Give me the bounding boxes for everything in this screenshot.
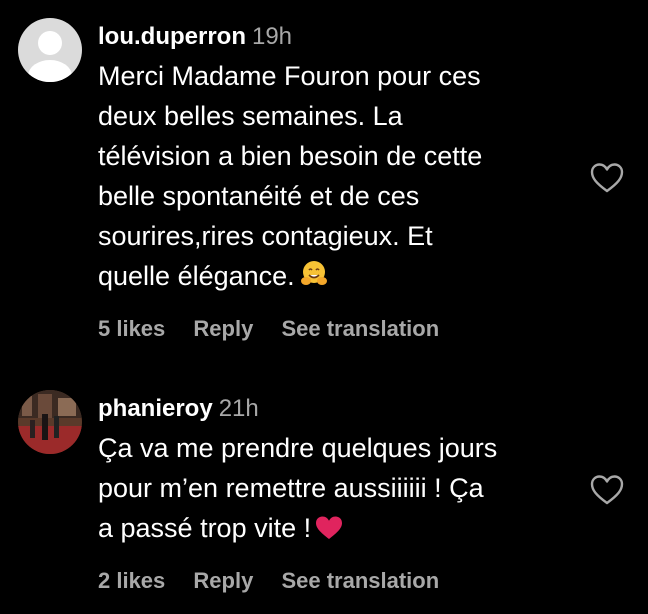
comment-line: Ça va me prendre quelques jours: [98, 433, 498, 463]
comment-line-last: quelle élégance.: [98, 256, 578, 300]
hugging-face-icon: [299, 259, 329, 300]
comment-line-text: a passé trop vite !: [98, 513, 312, 543]
comment-line: Merci Madame Fouron pour ces: [98, 61, 481, 91]
comment-body: phanieroy 21h Ça va me prendre quelques j…: [98, 394, 578, 552]
comment-line: sourires,rires contagieux. Et: [98, 221, 433, 251]
comment-header: phanieroy 21h: [98, 394, 578, 424]
comment-line: télévision a bien besoin de cette: [98, 141, 483, 171]
timestamp[interactable]: 21h: [219, 395, 259, 422]
likes-count-link[interactable]: 2 likes: [98, 568, 165, 593]
default-avatar-icon: [18, 18, 82, 82]
comment-line: belle spontanéité et de ces: [98, 181, 420, 211]
username[interactable]: lou.duperron: [98, 23, 246, 50]
comment-body: lou.duperron 19h Merci Madame Fouron pour…: [98, 22, 578, 300]
avatar[interactable]: [18, 390, 82, 454]
comment-actions: 2 likes Reply See translation: [98, 568, 461, 594]
comment-2: phanieroy 21h Ça va me prendre quelques j…: [0, 370, 648, 614]
red-heart-icon: [315, 512, 343, 552]
like-heart-icon[interactable]: [590, 162, 624, 194]
comment-actions: 5 likes Reply See translation: [98, 316, 461, 342]
reply-button[interactable]: Reply: [193, 568, 253, 593]
comment-header: lou.duperron 19h: [98, 22, 578, 52]
see-translation-button[interactable]: See translation: [281, 316, 439, 341]
avatar[interactable]: [18, 18, 82, 82]
comment-text: Merci Madame Fouron pour ces deux belles…: [98, 56, 578, 300]
comment-line-text: quelle élégance.: [98, 261, 295, 291]
username[interactable]: phanieroy: [98, 395, 213, 422]
like-heart-icon[interactable]: [590, 474, 624, 506]
comment-line-last: a passé trop vite !: [98, 508, 578, 552]
comment-line: deux belles semaines. La: [98, 101, 403, 131]
comment-line: pour m’en remettre aussiiiiii ! Ça: [98, 473, 484, 503]
see-translation-button[interactable]: See translation: [281, 568, 439, 593]
comment-text: Ça va me prendre quelques jours pour m’e…: [98, 428, 578, 552]
reply-button[interactable]: Reply: [193, 316, 253, 341]
comment-1: lou.duperron 19h Merci Madame Fouron pour…: [0, 0, 648, 370]
photo-avatar-icon: [18, 390, 82, 454]
timestamp[interactable]: 19h: [252, 23, 292, 50]
likes-count-link[interactable]: 5 likes: [98, 316, 165, 341]
